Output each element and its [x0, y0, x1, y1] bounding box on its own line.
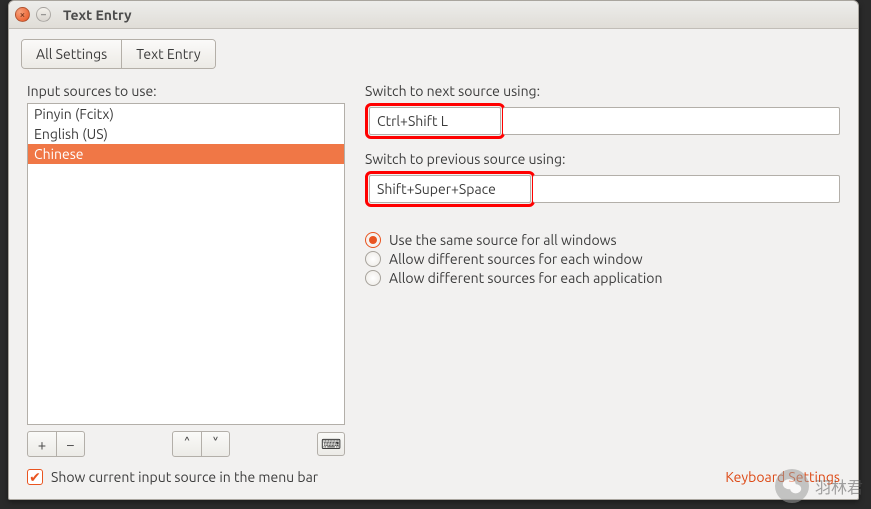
input-sources-list[interactable]: Pinyin (Fcitx)English (US)Chinese	[27, 103, 345, 425]
move-down-button[interactable]: ˅	[201, 432, 229, 456]
breadcrumb-all-settings[interactable]: All Settings	[22, 40, 121, 68]
remove-source-button[interactable]: −	[56, 432, 84, 456]
show-keyboard-layout-button[interactable]: ⌨	[317, 432, 345, 456]
show-source-menubar-checkbox[interactable]: ✔ Show current input source in the menu …	[27, 469, 318, 485]
input-sources-label: Input sources to use:	[27, 83, 345, 99]
prev-source-label: Switch to previous source using:	[365, 151, 840, 167]
input-sources-panel: Input sources to use: Pinyin (Fcitx)Engl…	[27, 83, 345, 459]
bottom-bar: ✔ Show current input source in the menu …	[27, 469, 840, 485]
source-scope-radiogroup: Use the same source for all windows Allow…	[365, 229, 840, 289]
show-source-menubar-label: Show current input source in the menu ba…	[51, 469, 318, 485]
move-up-button[interactable]: ˄	[173, 432, 201, 456]
content-area: Input sources to use: Pinyin (Fcitx)Engl…	[9, 75, 858, 499]
breadcrumb-bar: All Settings Text Entry	[9, 29, 858, 75]
two-column-layout: Input sources to use: Pinyin (Fcitx)Engl…	[27, 83, 840, 459]
breadcrumb-text-entry[interactable]: Text Entry	[121, 40, 214, 68]
titlebar: × – Text Entry	[9, 1, 858, 29]
keyboard-settings-link[interactable]: Keyboard Settings	[725, 469, 840, 485]
next-source-input[interactable]	[369, 107, 501, 135]
radio-icon	[365, 251, 381, 267]
input-sources-toolbar: + − ˄ ˅ ⌨	[27, 429, 345, 459]
check-icon: ✔	[27, 469, 43, 485]
next-source-input-extend[interactable]	[503, 107, 840, 135]
add-remove-group: + −	[27, 431, 85, 457]
next-source-label: Switch to next source using:	[365, 83, 840, 99]
window-title: Text Entry	[63, 7, 132, 23]
radio-label: Allow different sources for each window	[389, 251, 643, 267]
source-scope-option[interactable]: Use the same source for all windows	[365, 232, 840, 248]
breadcrumb: All Settings Text Entry	[21, 39, 216, 69]
radio-label: Use the same source for all windows	[389, 232, 617, 248]
source-scope-option[interactable]: Allow different sources for each window	[365, 251, 840, 267]
window-minimize-button[interactable]: –	[36, 7, 51, 22]
keyboard-icon: ⌨	[321, 436, 341, 453]
input-source-item[interactable]: Pinyin (Fcitx)	[28, 104, 344, 124]
prev-source-input-extend[interactable]	[533, 175, 840, 203]
add-source-button[interactable]: +	[28, 432, 56, 456]
window-close-button[interactable]: ×	[15, 7, 30, 22]
source-scope-option[interactable]: Allow different sources for each applica…	[365, 270, 840, 286]
prev-source-highlight	[365, 171, 535, 207]
radio-label: Allow different sources for each applica…	[389, 270, 662, 286]
next-source-highlight	[365, 103, 505, 139]
text-entry-window: × – Text Entry All Settings Text Entry I…	[8, 0, 859, 500]
input-source-item[interactable]: English (US)	[28, 124, 344, 144]
input-source-item[interactable]: Chinese	[28, 144, 344, 164]
shortcut-panel: Switch to next source using: Switch to p…	[365, 83, 840, 459]
prev-source-input[interactable]	[369, 175, 531, 203]
radio-icon	[365, 270, 381, 286]
reorder-group: ˄ ˅	[172, 431, 230, 457]
radio-icon	[365, 232, 381, 248]
